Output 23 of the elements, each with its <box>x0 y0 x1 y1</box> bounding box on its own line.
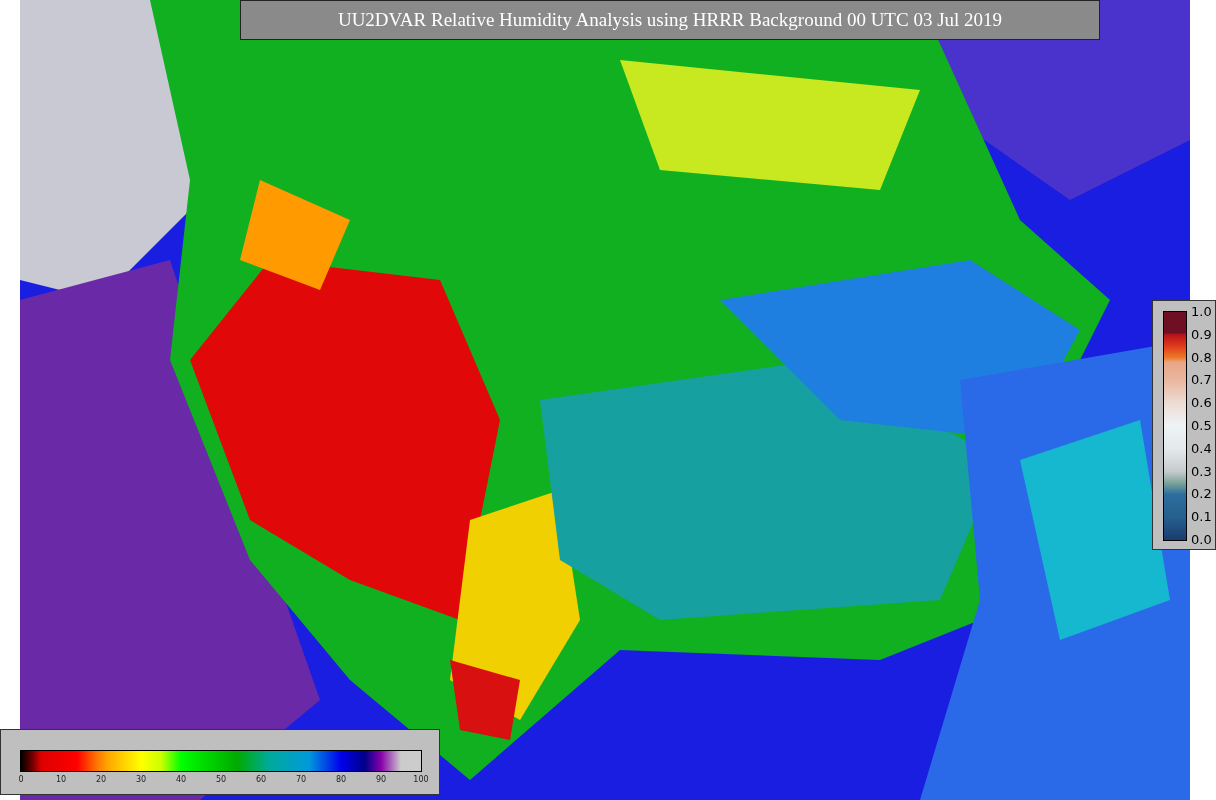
tick-label: 20 <box>95 775 107 784</box>
tick-label: 100 <box>413 775 429 784</box>
tick-label: 80 <box>335 775 347 784</box>
tick-label: 0 <box>18 775 24 784</box>
tick-label: 30 <box>135 775 147 784</box>
tick-label: 0.8 <box>1191 349 1212 365</box>
tick-label: 70 <box>295 775 307 784</box>
tick-label: 0.4 <box>1191 440 1212 456</box>
tick-label: 0.6 <box>1191 394 1212 410</box>
chart-title: UU2DVAR Relative Humidity Analysis using HRRR Background 00 UTC 03 Jul 2019 <box>240 0 1100 40</box>
tick-label: 0.7 <box>1191 371 1212 387</box>
tick-label: 10 <box>55 775 67 784</box>
tick-label: 1.0 <box>1191 303 1212 319</box>
tick-label: 0.1 <box>1191 508 1212 524</box>
tick-label: 0.9 <box>1191 326 1212 342</box>
tick-label: 40 <box>175 775 187 784</box>
tick-label: 0.5 <box>1191 417 1212 433</box>
tick-label: 0.2 <box>1191 485 1212 501</box>
tick-label: 50 <box>215 775 227 784</box>
tick-label: 0.3 <box>1191 463 1212 479</box>
tick-label: 0.0 <box>1191 531 1212 547</box>
tick-label: 90 <box>375 775 387 784</box>
tick-label: 60 <box>255 775 267 784</box>
